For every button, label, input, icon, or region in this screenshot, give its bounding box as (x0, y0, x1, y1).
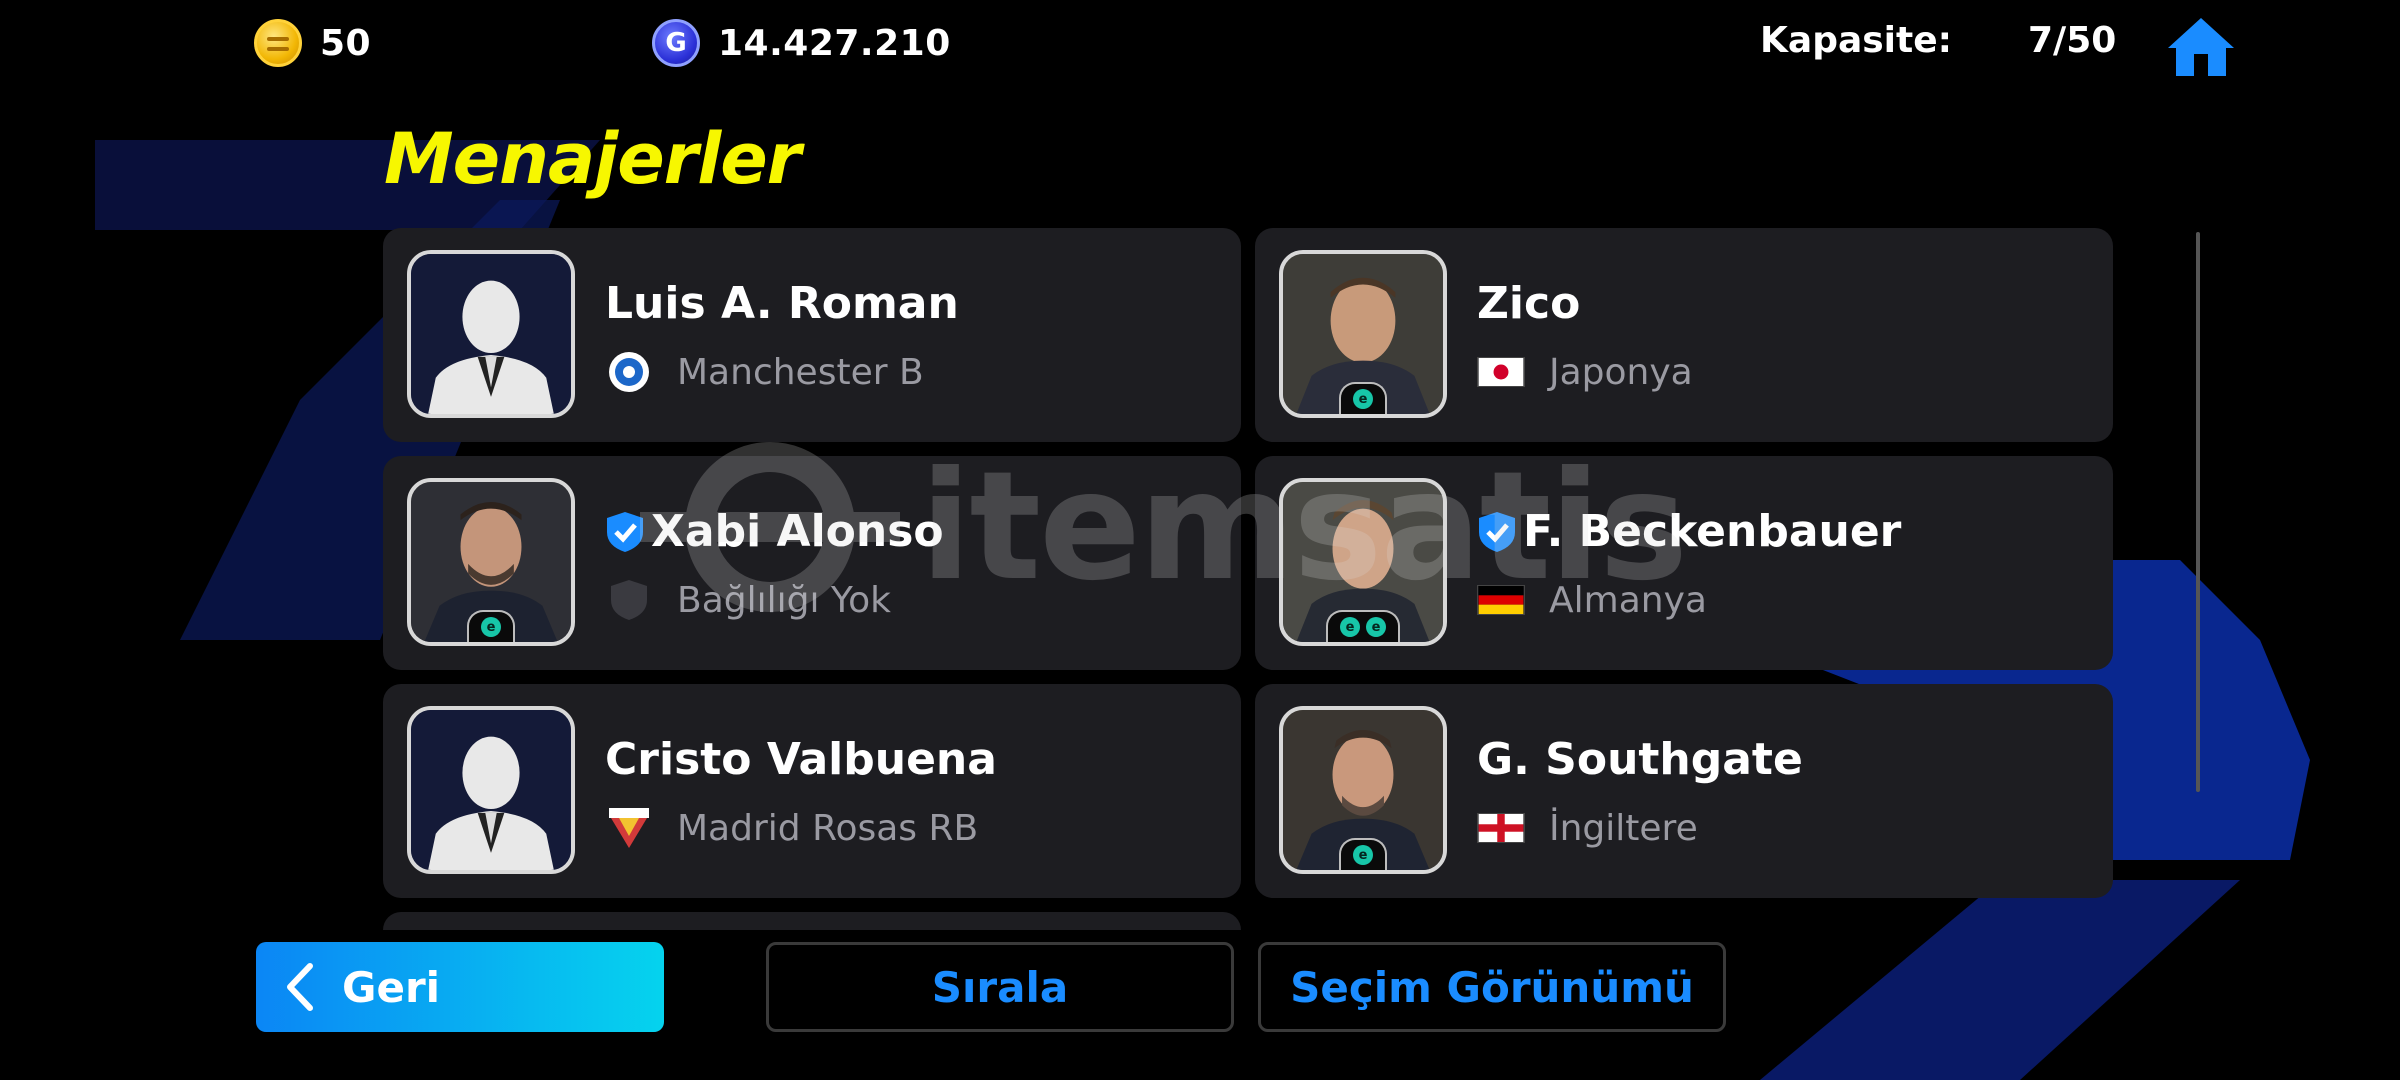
manager-team: Manchester B (677, 351, 924, 393)
gp-icon: G (652, 19, 700, 67)
manager-portrait: e (1279, 250, 1447, 418)
club-crest-icon (605, 806, 653, 850)
manager-team: Almanya (1549, 579, 1707, 621)
manager-portrait: e e (1279, 478, 1447, 646)
top-bar: 50 G 14.427.210 Kapasite: 7/50 (0, 0, 2400, 90)
verified-shield-icon (607, 511, 643, 552)
manager-card-partial[interactable] (383, 912, 1241, 930)
manager-card[interactable]: Cristo Valbuena Madrid Rosas RB (383, 684, 1241, 898)
efootball-coin-icon (254, 19, 302, 67)
verified-shield-icon (1479, 511, 1515, 552)
manager-card[interactable]: e e F. Beckenbauer Almanya (1255, 456, 2113, 670)
manager-portrait: e (407, 478, 575, 646)
gp-value: 14.427.210 (718, 22, 951, 64)
flag-england-icon (1477, 806, 1525, 850)
scrollbar[interactable] (2196, 232, 2200, 792)
home-icon[interactable] (2166, 14, 2236, 78)
no-affiliation-shield-icon (605, 578, 653, 622)
manager-name: Luis A. Roman (605, 278, 959, 329)
manager-name: Cristo Valbuena (605, 734, 997, 785)
rating-badges: e e (1326, 610, 1400, 642)
chevron-left-icon (287, 963, 313, 1011)
manager-card[interactable]: e Zico Japonya (1255, 228, 2113, 442)
coins-value: 50 (320, 22, 372, 64)
e-badge-icon: e (1353, 845, 1373, 865)
gp-display[interactable]: G 14.427.210 (652, 18, 951, 68)
manager-team: Madrid Rosas RB (677, 807, 979, 849)
e-badge-icon: e (1366, 617, 1386, 637)
back-button[interactable]: Geri (256, 942, 664, 1032)
manager-name: F. Beckenbauer (1523, 506, 1902, 557)
manager-list: Luis A. Roman Manchester B e Zico Japony… (383, 228, 2115, 928)
manager-card[interactable]: e G. Southgate İngiltere (1255, 684, 2113, 898)
rating-badges: e (1339, 838, 1387, 870)
manager-team: İngiltere (1549, 807, 1698, 849)
e-badge-icon: e (1353, 389, 1373, 409)
silhouette-icon (411, 710, 571, 870)
capacity-label: Kapasite: (1760, 20, 1953, 61)
page-title: Menajerler (384, 118, 801, 200)
selection-view-button[interactable]: Seçim Görünümü (1258, 942, 1726, 1032)
manager-card[interactable]: Luis A. Roman Manchester B (383, 228, 1241, 442)
coins-display[interactable]: 50 (254, 18, 371, 68)
club-crest-icon (605, 350, 653, 394)
manager-name: Zico (1477, 278, 1581, 329)
manager-portrait: e (1279, 706, 1447, 874)
manager-portrait (407, 250, 575, 418)
flag-japan-icon (1477, 350, 1525, 394)
manager-team: Japonya (1549, 351, 1693, 393)
capacity-value: 7/50 (2028, 20, 2117, 61)
back-button-label: Geri (342, 962, 441, 1012)
rating-badges: e (467, 610, 515, 642)
flag-germany-icon (1477, 578, 1525, 622)
manager-name: Xabi Alonso (651, 506, 944, 557)
selection-view-button-label: Seçim Görünümü (1290, 962, 1694, 1012)
manager-name: G. Southgate (1477, 734, 1803, 785)
e-badge-icon: e (481, 617, 501, 637)
manager-team: Bağlılığı Yok (677, 579, 891, 621)
manager-card[interactable]: e Xabi Alonso Bağlılığı Yok (383, 456, 1241, 670)
silhouette-icon (411, 254, 571, 414)
sort-button[interactable]: Sırala (766, 942, 1234, 1032)
manager-portrait (407, 706, 575, 874)
sort-button-label: Sırala (931, 962, 1069, 1012)
e-badge-icon: e (1340, 617, 1360, 637)
rating-badges: e (1339, 382, 1387, 414)
